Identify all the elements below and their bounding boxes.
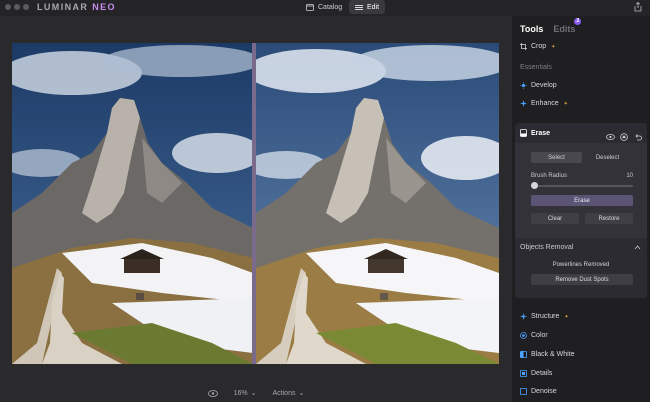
brush-radius-value: 10 — [626, 173, 633, 179]
powerlines-removed-status: Powerlines Removed — [552, 262, 610, 268]
deselect-button[interactable]: Deselect — [582, 152, 633, 163]
erase-tool-card: Erase Select Deselect Brush Radius 10 Er… — [515, 123, 647, 298]
mask-icon — [620, 133, 628, 141]
minimize-window-button[interactable] — [14, 4, 20, 10]
tool-color[interactable]: Color — [520, 332, 548, 339]
after-photo[interactable] — [256, 43, 499, 364]
reset-button[interactable] — [634, 128, 642, 141]
tools-panel: Tools Edits 2 Crop ✦ Essentials Develop En… — [512, 16, 650, 402]
share-icon[interactable] — [634, 2, 642, 12]
zoom-value: 16% — [233, 389, 248, 397]
tool-denoise-label: Denoise — [531, 388, 557, 395]
erase-title: Erase — [531, 129, 551, 137]
tool-structure[interactable]: Structure ✦ — [520, 313, 569, 320]
catalog-tab[interactable]: Catalog — [300, 0, 348, 14]
zoom-window-button[interactable] — [23, 4, 29, 10]
tool-crop[interactable]: Crop ✦ — [520, 43, 555, 50]
brush-radius-slider[interactable] — [531, 185, 633, 187]
preview-toggle[interactable] — [207, 389, 218, 397]
eye-icon — [606, 134, 615, 140]
tool-details[interactable]: Details — [520, 370, 552, 377]
edit-tab[interactable]: Edit — [349, 0, 386, 14]
tool-enhance-label: Enhance — [531, 100, 559, 107]
pro-icon: ✦ — [563, 100, 568, 107]
tool-crop-label: Crop — [531, 43, 547, 50]
eraser-icon — [520, 129, 527, 137]
structure-icon — [520, 313, 527, 320]
panel-tabs: Tools Edits 2 — [520, 18, 582, 34]
tab-tools[interactable]: Tools — [520, 24, 543, 34]
erase-button[interactable]: Erase — [531, 195, 633, 206]
tab-edits[interactable]: Edits 2 — [553, 18, 582, 34]
close-window-button[interactable] — [5, 4, 11, 10]
erase-header-actions — [606, 128, 642, 141]
eye-icon — [207, 389, 218, 397]
tool-black-white-label: Black & White — [531, 351, 575, 358]
brush-radius-slider-handle[interactable] — [531, 182, 538, 189]
tool-color-label: Color — [531, 332, 548, 339]
title-bar: LUMINAR NEO Catalog Edit — [0, 0, 650, 16]
select-button[interactable]: Select — [531, 152, 582, 163]
section-essentials: Essentials — [520, 64, 552, 71]
actions-label: Actions — [272, 389, 296, 397]
canvas-bottom-bar: 16% ⌄ Actions ⌄ — [0, 384, 512, 402]
erase-header[interactable]: Erase — [520, 129, 550, 137]
mask-button[interactable] — [620, 128, 628, 141]
tab-edits-label: Edits — [553, 24, 576, 34]
zoom-dropdown[interactable]: 16% ⌄ — [233, 389, 257, 398]
clear-button[interactable]: Clear — [531, 213, 579, 224]
sliders-icon — [355, 4, 363, 10]
tool-denoise[interactable]: Denoise — [520, 388, 557, 395]
tool-develop[interactable]: Develop — [520, 82, 557, 89]
sparkle-icon — [520, 100, 527, 107]
erase-controls: Select Deselect Brush Radius 10 Erase Cl… — [515, 143, 647, 238]
edits-count-badge: 2 — [574, 18, 582, 25]
before-photo[interactable] — [12, 43, 253, 364]
color-icon — [520, 332, 527, 339]
tool-black-white[interactable]: Black & White — [520, 351, 575, 358]
tool-details-label: Details — [531, 370, 553, 377]
objects-removal-header[interactable]: Objects Removal — [520, 244, 573, 251]
tool-structure-label: Structure — [531, 313, 560, 320]
before-mountain-image — [12, 43, 253, 364]
crop-icon — [520, 43, 527, 50]
visibility-toggle[interactable] — [606, 128, 615, 140]
undo-icon — [635, 134, 642, 141]
select-mode-toggle: Select Deselect — [531, 152, 633, 163]
remove-dust-spots-button[interactable]: Remove Dust Spots — [531, 274, 633, 285]
pro-icon: ✦ — [551, 43, 556, 50]
denoise-icon — [520, 388, 527, 395]
edit-label: Edit — [367, 3, 380, 11]
chevron-down-icon: ⌄ — [298, 390, 305, 397]
chevron-down-icon: ⌄ — [250, 390, 257, 397]
details-icon — [520, 370, 527, 377]
tool-enhance[interactable]: Enhance ✦ — [520, 100, 568, 107]
actions-dropdown[interactable]: Actions ⌄ — [272, 389, 305, 398]
pro-icon: ✦ — [564, 313, 569, 320]
catalog-label: Catalog — [318, 3, 343, 11]
brush-radius-label: Brush Radius — [531, 173, 568, 179]
logo-accent-text: NEO — [92, 2, 116, 12]
tool-develop-label: Develop — [531, 82, 557, 89]
sun-icon — [520, 82, 527, 89]
black-white-icon — [520, 351, 527, 358]
chevron-up-icon[interactable] — [634, 244, 641, 251]
after-mountain-image — [256, 43, 499, 364]
logo-text: LUMINAR — [37, 2, 93, 12]
app-logo: LUMINAR NEO — [37, 2, 116, 12]
restore-button[interactable]: Restore — [585, 213, 633, 224]
catalog-icon — [306, 3, 314, 11]
image-canvas[interactable]: 16% ⌄ Actions ⌄ — [0, 16, 512, 402]
